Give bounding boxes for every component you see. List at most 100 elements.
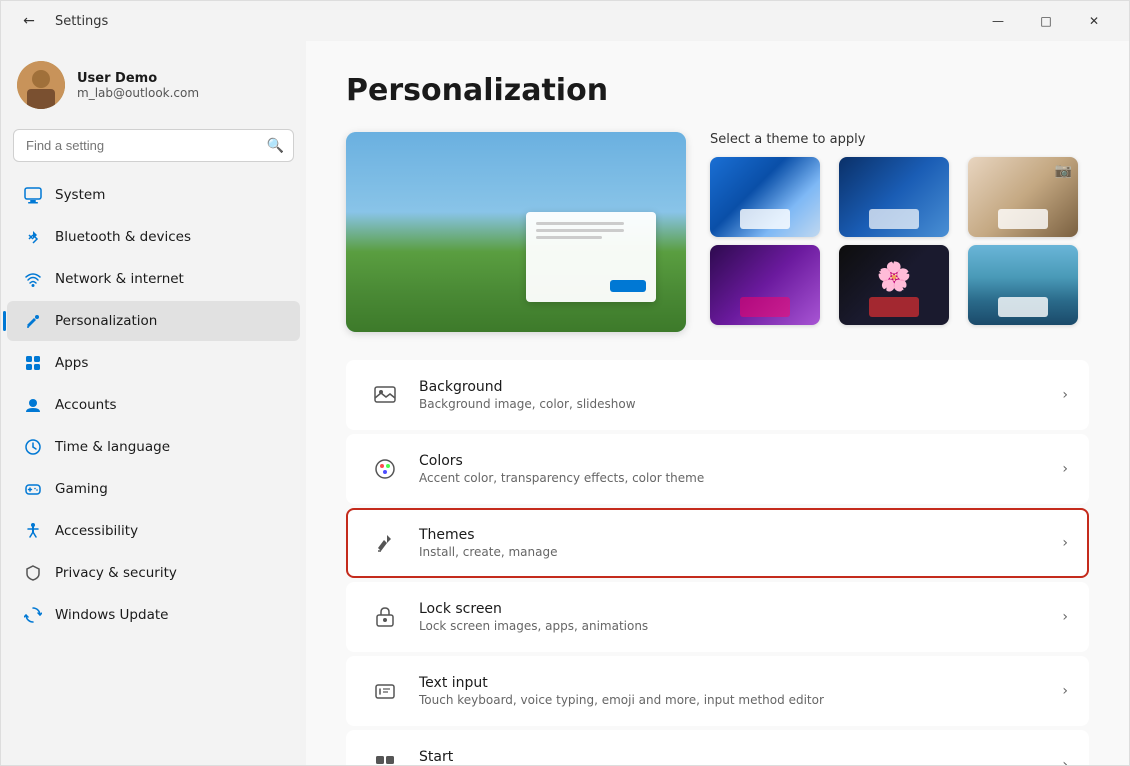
text-input-desc: Touch keyboard, voice typing, emoji and … (419, 693, 1046, 707)
colors-desc: Accent color, transparency effects, colo… (419, 471, 1046, 485)
sidebar-item-time[interactable]: Time & language (7, 427, 300, 467)
bluetooth-label: Bluetooth & devices (55, 229, 191, 245)
system-icon (23, 185, 43, 205)
page-title: Personalization (346, 73, 1089, 108)
sidebar-item-personalization[interactable]: Personalization (7, 301, 300, 341)
text-input-text: Text input Touch keyboard, voice typing,… (419, 675, 1046, 707)
theme-option-5[interactable]: 🌸 (839, 245, 949, 325)
camera-icon: 📷 (1055, 163, 1072, 179)
lock-screen-text: Lock screen Lock screen images, apps, an… (419, 601, 1046, 633)
text-input-title: Text input (419, 675, 1046, 691)
preview-button (610, 280, 646, 292)
sidebar-item-windows-update[interactable]: Windows Update (7, 595, 300, 635)
start-title: Start (419, 749, 1046, 765)
theme-option-4[interactable] (710, 245, 820, 325)
background-chevron: › (1062, 387, 1068, 403)
settings-window: ← Settings — □ ✕ (0, 0, 1130, 766)
time-label: Time & language (55, 439, 170, 455)
theme-option-3[interactable]: 📷 (968, 157, 1078, 237)
theme-preview (346, 132, 686, 332)
gaming-icon (23, 479, 43, 499)
theme-option-2[interactable] (839, 157, 949, 237)
sidebar: User Demo m_lab@outlook.com 🔍 System (1, 41, 306, 765)
colors-text: Colors Accent color, transparency effect… (419, 453, 1046, 485)
colors-chevron: › (1062, 461, 1068, 477)
sidebar-item-accessibility[interactable]: Accessibility (7, 511, 300, 551)
accounts-label: Accounts (55, 397, 117, 413)
search-icon: 🔍 (267, 138, 284, 154)
titlebar-left: ← Settings (13, 5, 108, 37)
background-desc: Background image, color, slideshow (419, 397, 1046, 411)
settings-item-start[interactable]: Start Recent apps and items, folders › (346, 730, 1089, 765)
settings-item-text-input[interactable]: Text input Touch keyboard, voice typing,… (346, 656, 1089, 726)
settings-item-lock-screen[interactable]: Lock screen Lock screen images, apps, an… (346, 582, 1089, 652)
network-icon (23, 269, 43, 289)
minimize-button[interactable]: — (975, 5, 1021, 37)
theme-option-1[interactable] (710, 157, 820, 237)
lock-screen-desc: Lock screen images, apps, animations (419, 619, 1046, 633)
lock-screen-chevron: › (1062, 609, 1068, 625)
privacy-label: Privacy & security (55, 565, 177, 581)
main-content: Personalization Select a theme to apply (306, 41, 1129, 765)
sidebar-item-apps[interactable]: Apps (7, 343, 300, 383)
sidebar-item-accounts[interactable]: Accounts (7, 385, 300, 425)
accessibility-icon (23, 521, 43, 541)
system-label: System (55, 187, 105, 203)
background-text: Background Background image, color, slid… (419, 379, 1046, 411)
text-input-chevron: › (1062, 683, 1068, 699)
sidebar-item-bluetooth[interactable]: Bluetooth & devices (7, 217, 300, 257)
maximize-button[interactable]: □ (1023, 5, 1069, 37)
themes-chevron: › (1062, 535, 1068, 551)
bluetooth-icon (23, 227, 43, 247)
search-input[interactable] (13, 129, 294, 162)
theme-option-6[interactable] (968, 245, 1078, 325)
start-chevron: › (1062, 757, 1068, 765)
background-title: Background (419, 379, 1046, 395)
themes-icon (367, 525, 403, 561)
network-label: Network & internet (55, 271, 184, 287)
gaming-label: Gaming (55, 481, 108, 497)
colors-title: Colors (419, 453, 1046, 469)
user-profile[interactable]: User Demo m_lab@outlook.com (1, 49, 306, 125)
themes-grid-section: Select a theme to apply 📷 🌸 (710, 132, 1089, 325)
user-name: User Demo (77, 71, 199, 86)
accounts-icon (23, 395, 43, 415)
start-text: Start Recent apps and items, folders (419, 749, 1046, 765)
sidebar-item-system[interactable]: System (7, 175, 300, 215)
personalization-label: Personalization (55, 313, 157, 329)
close-button[interactable]: ✕ (1071, 5, 1117, 37)
background-icon (367, 377, 403, 413)
avatar-image (17, 61, 65, 109)
sidebar-item-privacy[interactable]: Privacy & security (7, 553, 300, 593)
back-button[interactable]: ← (13, 5, 45, 37)
preview-line-3 (536, 236, 602, 239)
preview-line-2 (536, 229, 624, 232)
time-icon (23, 437, 43, 457)
text-input-icon (367, 673, 403, 709)
preview-line-1 (536, 222, 624, 225)
personalization-icon (23, 311, 43, 331)
windows-update-label: Windows Update (55, 607, 168, 623)
content-area: User Demo m_lab@outlook.com 🔍 System (1, 41, 1129, 765)
settings-item-colors[interactable]: Colors Accent color, transparency effect… (346, 434, 1089, 504)
user-email: m_lab@outlook.com (77, 86, 199, 100)
flower-decoration: 🌸 (877, 260, 912, 293)
themes-title: Themes (419, 527, 1046, 543)
settings-item-background[interactable]: Background Background image, color, slid… (346, 360, 1089, 430)
avatar (17, 61, 65, 109)
theme-preview-window (526, 212, 656, 302)
titlebar-controls: — □ ✕ (975, 5, 1117, 37)
search-box[interactable]: 🔍 (13, 129, 294, 162)
lock-screen-icon (367, 599, 403, 635)
settings-item-themes[interactable]: Themes Install, create, manage › (346, 508, 1089, 578)
theme-section: Select a theme to apply 📷 🌸 (346, 132, 1089, 332)
sidebar-item-gaming[interactable]: Gaming (7, 469, 300, 509)
themes-grid: 📷 🌸 (710, 157, 1089, 325)
apps-icon (23, 353, 43, 373)
sidebar-item-network[interactable]: Network & internet (7, 259, 300, 299)
themes-text: Themes Install, create, manage (419, 527, 1046, 559)
themes-desc: Install, create, manage (419, 545, 1046, 559)
titlebar: ← Settings — □ ✕ (1, 1, 1129, 41)
privacy-icon (23, 563, 43, 583)
apps-label: Apps (55, 355, 88, 371)
